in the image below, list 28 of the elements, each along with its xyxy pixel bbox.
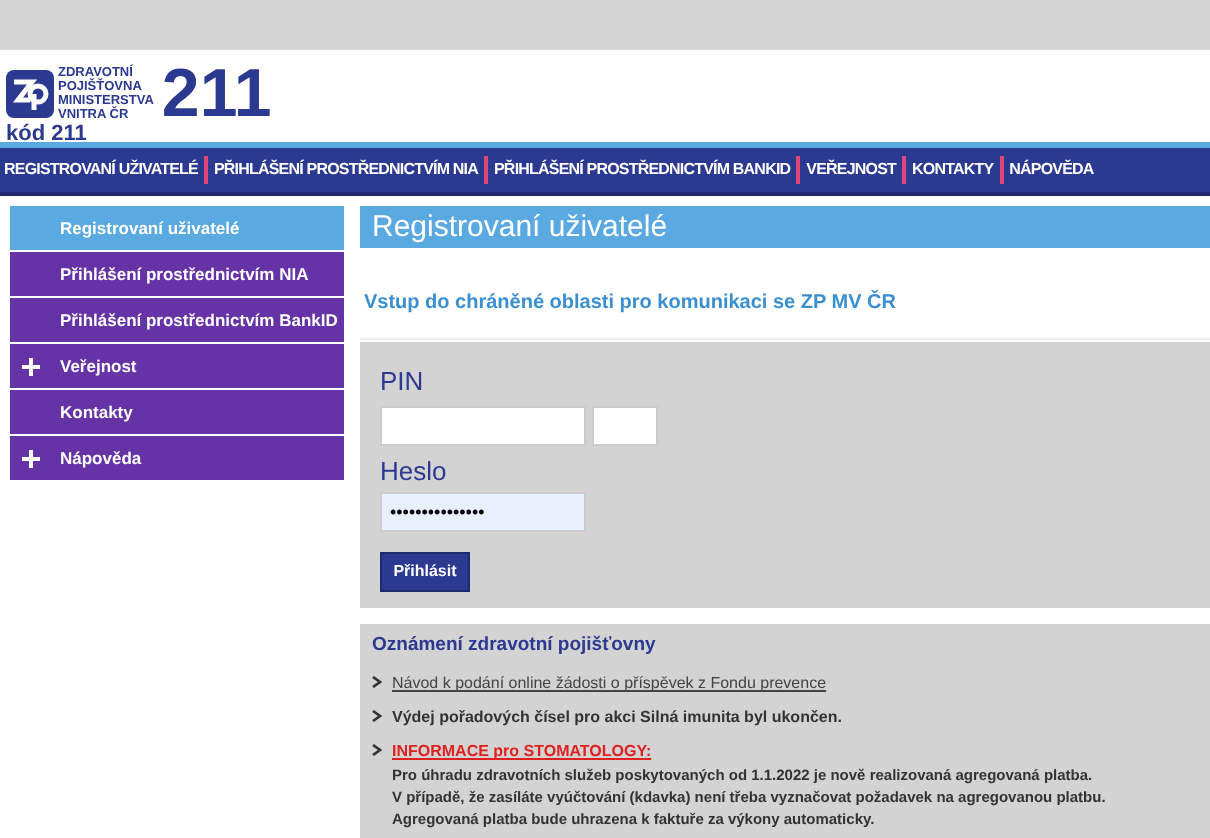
- sidebar-item[interactable]: Kontakty: [10, 390, 344, 434]
- sidebar-item[interactable]: Přihlášení prostřednictvím BankID: [10, 298, 344, 342]
- nav-link[interactable]: PŘIHLÁŠENÍ PROSTŘEDNICTVÍM NIA: [213, 158, 478, 182]
- field-label: Heslo: [380, 453, 449, 489]
- nav-link[interactable]: KONTAKTY: [912, 158, 994, 182]
- nav-link[interactable]: NÁPOVĚDA: [1009, 158, 1094, 182]
- logo-number: 211: [161, 64, 272, 124]
- logo-icon: [6, 70, 54, 118]
- chevron-icon: [372, 676, 382, 689]
- sidebar-item[interactable]: Přihlášení prostřednictvím NIA: [10, 252, 344, 296]
- nav-link[interactable]: REGISTROVANÍ UŽIVATELÉ: [4, 158, 198, 182]
- page-title: Registrovaní uživatelé: [360, 206, 1210, 248]
- field-label: PIN: [380, 364, 426, 400]
- nav-link[interactable]: PŘIHLÁŠENÍ PROSTŘEDNICTVÍM BANKID: [494, 158, 791, 182]
- logo-caption: kód 211: [6, 124, 89, 146]
- notice-title: Oznámení zdravotní pojišťovny: [372, 632, 658, 660]
- password-field[interactable]: •••••••••••••••: [380, 492, 586, 532]
- notice-link[interactable]: Návod k podání online žádosti o příspěvek z Fondu prevence: [392, 672, 827, 697]
- pin-field[interactable]: [380, 405, 586, 445]
- chevron-icon: [372, 744, 382, 757]
- sidebar-item[interactable]: Veřejnost: [10, 344, 344, 388]
- pin-suffix-field[interactable]: [592, 405, 658, 445]
- notice-text: Výdej pořadových čísel pro akci Silná imunita byl ukončen.: [392, 706, 842, 731]
- sidebar-item[interactable]: Nápověda: [10, 436, 344, 480]
- page-subtitle: Vstup do chráněné oblasti pro komunikaci se ZP MV ČR: [362, 288, 898, 318]
- login-button[interactable]: Přihlásit: [380, 552, 470, 592]
- chevron-icon: [372, 710, 382, 723]
- nav-link[interactable]: VEŘEJNOST: [806, 158, 896, 182]
